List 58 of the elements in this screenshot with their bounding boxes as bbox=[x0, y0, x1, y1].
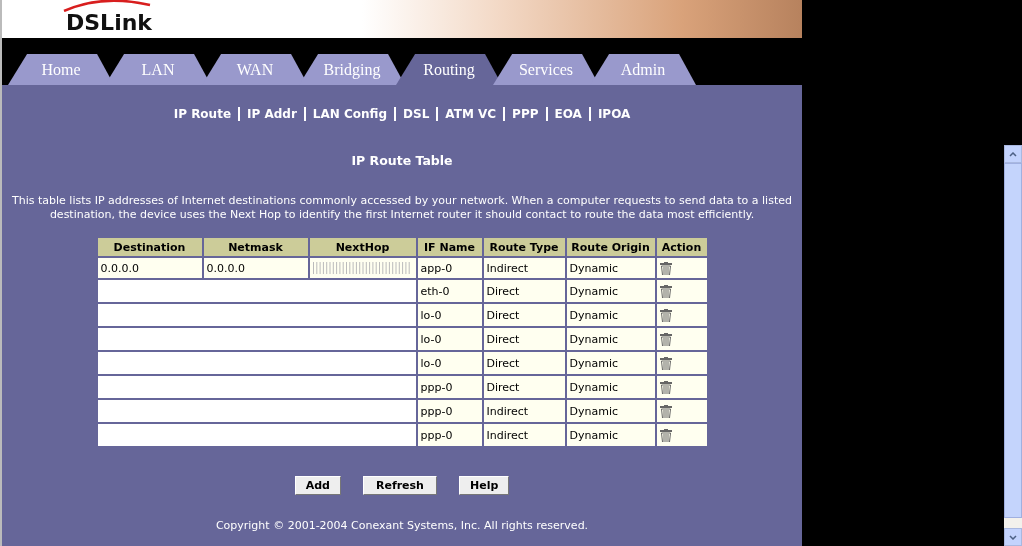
table-cell: Dynamic bbox=[566, 424, 655, 446]
column-header: Netmask bbox=[203, 238, 308, 256]
subnav-link[interactable]: DSL bbox=[403, 107, 430, 121]
table-cell: lo-0 bbox=[417, 304, 482, 326]
subnav-link[interactable]: LAN Config bbox=[312, 107, 388, 121]
subnav-link[interactable]: IP Addr bbox=[247, 107, 297, 121]
table-cell: Direct bbox=[483, 376, 565, 398]
column-header: Destination bbox=[97, 238, 202, 256]
action-button[interactable]: Help bbox=[458, 476, 510, 495]
trash-icon[interactable] bbox=[659, 356, 672, 370]
action-button[interactable]: Refresh bbox=[362, 476, 437, 495]
copyright-text: Copyright © 2001-2004 Conexant Systems, Inc. All rights reserved. bbox=[215, 519, 589, 532]
table-cell: Dynamic bbox=[566, 258, 655, 278]
column-header: IF Name bbox=[417, 238, 482, 256]
table-cell: Dynamic bbox=[566, 304, 655, 326]
table-cell: Direct bbox=[483, 328, 565, 350]
table-title: IP Route Table bbox=[351, 153, 453, 168]
subnav-link[interactable]: IPOA bbox=[597, 107, 631, 121]
trash-icon[interactable] bbox=[659, 428, 672, 442]
table-cell: app-0 bbox=[417, 258, 482, 278]
trash-icon[interactable] bbox=[659, 261, 672, 275]
table-cell: Direct bbox=[483, 352, 565, 374]
column-header: NextHop bbox=[309, 238, 416, 256]
table-cell: Dynamic bbox=[566, 280, 655, 302]
subnav-link[interactable]: ATM VC bbox=[445, 107, 497, 121]
table-cell: Dynamic bbox=[566, 376, 655, 398]
table-cell: eth-0 bbox=[417, 280, 482, 302]
table-cell: Indirect bbox=[483, 424, 565, 446]
scrollbar[interactable] bbox=[1004, 145, 1022, 546]
logo-swoosh-icon bbox=[62, 0, 152, 12]
table-cell: 0.0.0.0 bbox=[97, 258, 202, 278]
column-header: Action bbox=[656, 238, 707, 256]
subnav-link[interactable]: PPP bbox=[512, 107, 539, 121]
table-cell: lo-0 bbox=[417, 328, 482, 350]
column-header: Route Origin bbox=[566, 238, 655, 256]
action-button[interactable]: Add bbox=[294, 476, 341, 495]
table-cell: Indirect bbox=[483, 400, 565, 422]
table-cell: lo-0 bbox=[417, 352, 482, 374]
trash-icon[interactable] bbox=[659, 380, 672, 394]
table-cell: ppp-0 bbox=[417, 376, 482, 398]
trash-icon[interactable] bbox=[659, 308, 672, 322]
description-text: This table lists IP addresses of Internet destinations commonly accessed by your network. When a computer requests to send data to a listed destination, the device uses the Next Hop to identify the first Internet router it should contact to route the data most efficiently. bbox=[11, 194, 793, 222]
subnav-link[interactable]: IP Route bbox=[173, 107, 232, 121]
table-cell: Dynamic bbox=[566, 400, 655, 422]
trash-icon[interactable] bbox=[659, 404, 672, 418]
table-cell: Indirect bbox=[483, 258, 565, 278]
trash-icon[interactable] bbox=[659, 284, 672, 298]
table-cell: Direct bbox=[483, 280, 565, 302]
table-cell: ppp-0 bbox=[417, 424, 482, 446]
table-cell: Dynamic bbox=[566, 328, 655, 350]
table-cell: Direct bbox=[483, 304, 565, 326]
column-header: Route Type bbox=[483, 238, 565, 256]
table-cell: ppp-0 bbox=[417, 400, 482, 422]
table-cell: 0.0.0.0 bbox=[203, 258, 308, 278]
logo: DSLink bbox=[66, 2, 152, 36]
table-cell: Dynamic bbox=[566, 352, 655, 374]
subnav-link[interactable]: EOA bbox=[554, 107, 582, 121]
trash-icon[interactable] bbox=[659, 332, 672, 346]
